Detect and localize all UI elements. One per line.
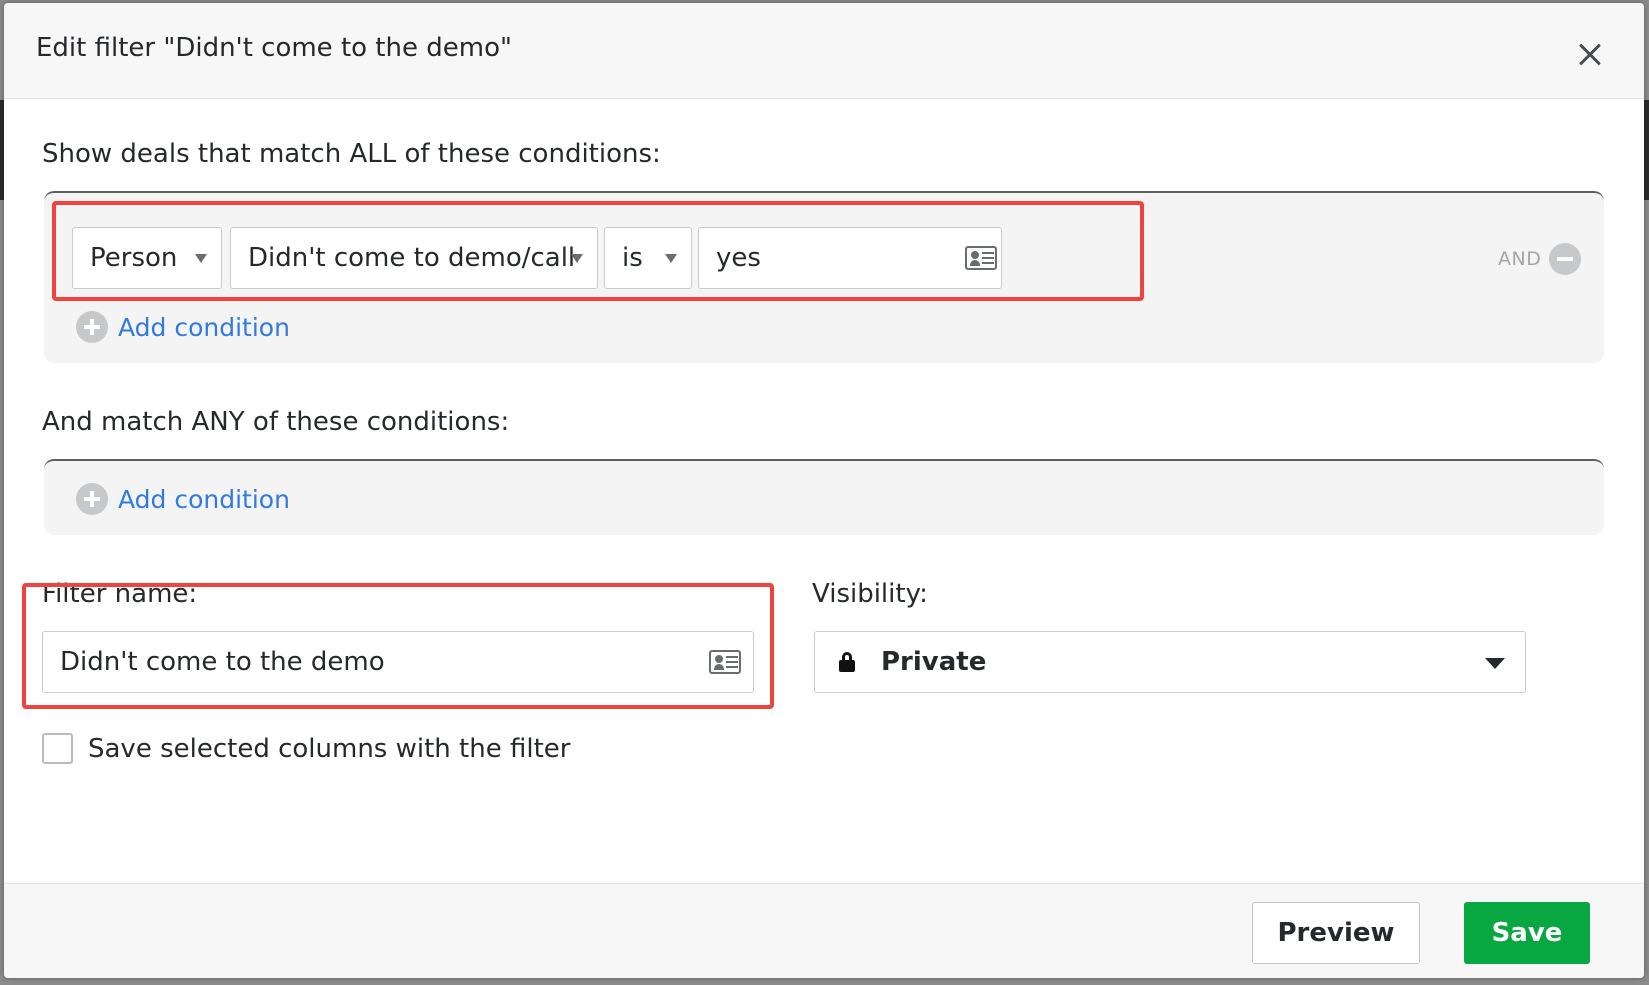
modal-footer: Preview Save [4, 883, 1644, 978]
all-conditions-label: Show deals that match ALL of these condi… [42, 139, 661, 169]
contact-card-icon[interactable] [965, 246, 997, 270]
visibility-label: Visibility: [812, 579, 928, 609]
contact-card-icon[interactable] [709, 650, 741, 674]
filter-name-label: Filter name: [42, 579, 198, 609]
entity-select-value: Person [90, 243, 178, 273]
entity-select[interactable]: Person [72, 227, 222, 289]
edit-filter-modal: Edit filter "Didn't come to the demo" Sh… [4, 3, 1644, 978]
operator-select-value: is [622, 243, 643, 273]
preview-button[interactable]: Preview [1252, 902, 1420, 964]
caret-down-icon [1485, 658, 1505, 669]
save-columns-checkbox[interactable] [42, 733, 73, 764]
visibility-value: Private [881, 647, 987, 677]
add-condition-label: Add condition [118, 484, 290, 514]
field-select[interactable]: Didn't come to demo/call [230, 227, 598, 289]
add-condition-button-all[interactable]: Add condition [76, 309, 290, 345]
all-conditions-box: Person Didn't come to demo/call is yes A… [44, 191, 1604, 363]
filter-name-value: Didn't come to the demo [60, 647, 385, 677]
field-select-value: Didn't come to demo/call [248, 243, 576, 273]
condition-value-input[interactable]: yes [698, 227, 1002, 289]
modal-header: Edit filter "Didn't come to the demo" [4, 3, 1644, 99]
add-condition-label: Add condition [118, 312, 290, 342]
chevron-down-icon [571, 254, 583, 263]
plus-circle-icon [76, 483, 108, 515]
any-conditions-box: Add condition [44, 459, 1604, 535]
operator-select[interactable]: is [604, 227, 692, 289]
and-label: AND [1498, 248, 1542, 270]
any-conditions-label: And match ANY of these conditions: [42, 407, 510, 437]
add-condition-button-any[interactable]: Add condition [76, 481, 290, 517]
save-columns-label: Save selected columns with the filter [88, 734, 571, 764]
visibility-select[interactable]: Private [814, 631, 1526, 693]
modal-title: Edit filter "Didn't come to the demo" [36, 33, 512, 63]
condition-value-text: yes [716, 243, 761, 273]
lock-icon [839, 652, 855, 672]
filter-name-input[interactable]: Didn't come to the demo [42, 631, 754, 693]
plus-circle-icon [76, 311, 108, 343]
chevron-down-icon [665, 254, 677, 263]
close-icon[interactable] [1570, 35, 1610, 75]
chevron-down-icon [195, 254, 207, 263]
remove-condition-icon[interactable] [1549, 243, 1582, 275]
and-remove-group: AND [1498, 243, 1582, 275]
save-button[interactable]: Save [1464, 902, 1590, 964]
